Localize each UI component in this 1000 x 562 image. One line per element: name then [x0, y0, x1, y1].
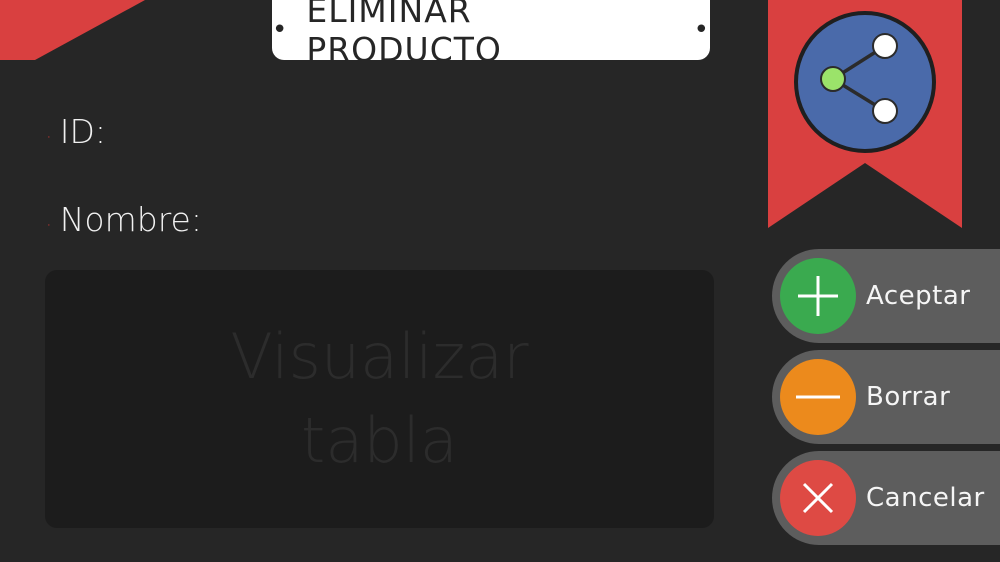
cancel-button[interactable]: Cancelar	[772, 451, 1000, 545]
cancel-label: Cancelar	[866, 483, 985, 513]
corner-ribbon	[0, 0, 145, 60]
accept-label: Aceptar	[866, 281, 971, 311]
share-icon[interactable]	[794, 11, 936, 153]
table-view-panel[interactable]: Visualizar tabla	[45, 270, 714, 528]
table-placeholder: Visualizar tabla	[230, 320, 529, 477]
title-dot-left: •	[272, 15, 289, 45]
id-bullet: ·	[46, 127, 52, 148]
accept-button[interactable]: Aceptar	[772, 249, 1000, 343]
delete-label: Borrar	[866, 382, 951, 412]
id-label: ID:	[59, 112, 106, 151]
name-field[interactable]: · Nombre:	[46, 200, 202, 239]
id-field[interactable]: · ID:	[46, 112, 106, 151]
plus-icon	[780, 258, 856, 334]
page-title-box: • ELIMINAR PRODUCTO •	[272, 0, 710, 69]
delete-button[interactable]: Borrar	[772, 350, 1000, 444]
share-bookmark[interactable]	[768, 0, 962, 228]
name-bullet: ·	[46, 215, 52, 236]
name-label: Nombre:	[59, 200, 202, 239]
page-title: ELIMINAR PRODUCTO	[306, 0, 502, 69]
title-dot-right: •	[693, 15, 710, 45]
minus-icon	[780, 359, 856, 435]
close-icon	[780, 460, 856, 536]
